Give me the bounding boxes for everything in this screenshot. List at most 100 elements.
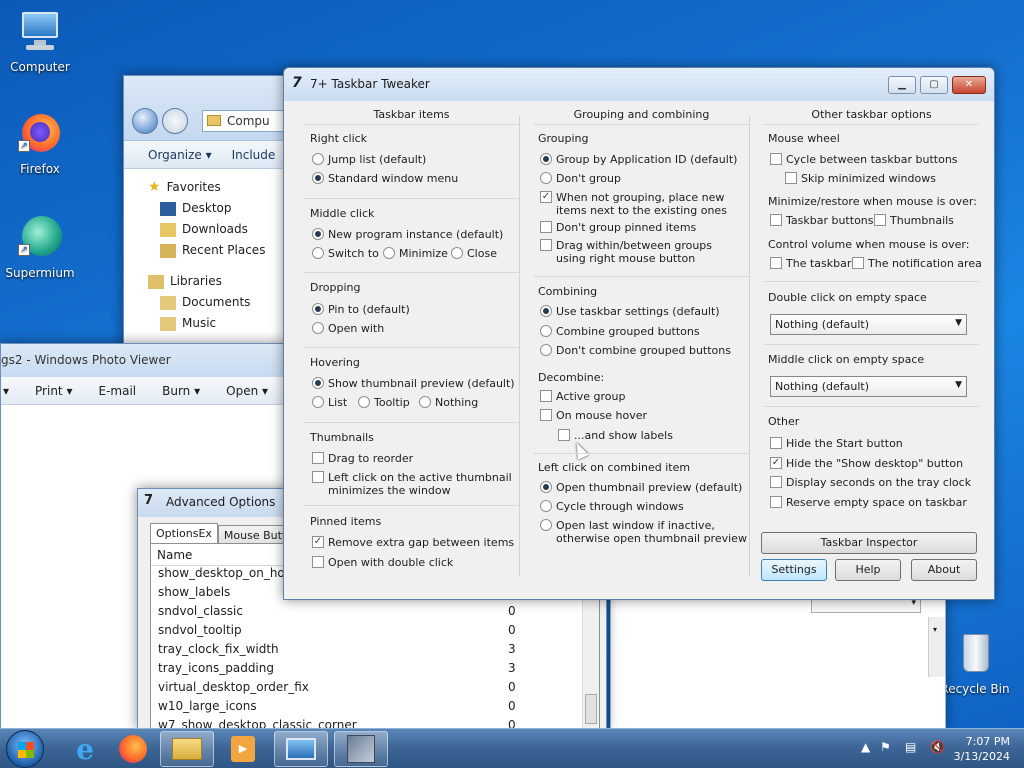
desktop-icon-firefox[interactable]: ↗ Firefox [0,110,80,176]
volume-muted-icon[interactable]: 🔇 [930,740,945,754]
radio-nothing[interactable]: Nothing [419,396,478,409]
radio-list[interactable]: List [312,396,347,409]
explorer-toolbar: Organize ▾ Include [124,141,292,169]
background-scrollbar[interactable]: ▾ [928,617,945,677]
nav-item-recent[interactable]: Recent Places [148,240,292,261]
print-button[interactable]: Print ▾ [35,384,72,398]
email-button[interactable]: E-mail [98,384,136,398]
radio-use-taskbar-settings[interactable]: Use taskbar settings (default) [540,305,720,318]
taskbar-tweaker[interactable] [334,731,388,767]
radio-close[interactable]: Close [451,247,497,260]
radio-switch-to[interactable]: Switch to [312,247,379,260]
burn-button[interactable]: Burn ▾ [162,384,200,398]
computer-icon [16,8,64,56]
taskbar-inspector-button[interactable]: Taskbar Inspector [761,532,977,554]
show-hidden-icons[interactable]: ▲ [861,740,870,754]
taskbar-explorer[interactable] [160,731,214,767]
checkbox-dont-group-pinned[interactable]: Don't group pinned items [540,221,696,234]
background-window[interactable]: ▾ ▾ [610,580,946,730]
taskbar-tweaker-window[interactable]: 7 7+ Taskbar Tweaker ▁ ▢ ✕ Taskbar items… [283,67,995,600]
radio-open-last-window[interactable]: Open last window if inactive, otherwise o… [540,519,747,545]
organize-button[interactable]: Organize ▾ [148,148,212,162]
checkbox-remove-extra-gap[interactable]: ✓ Remove extra gap between items [312,536,514,549]
middle-click-dropdown[interactable]: Nothing (default) ▼ [770,376,967,397]
table-row[interactable]: virtual_desktop_order_fix 0 [151,680,599,699]
radio-new-instance[interactable]: New program instance (default) [312,228,503,241]
taskbar-photo-viewer[interactable] [274,731,328,767]
radio-show-thumbnail[interactable]: Show thumbnail preview (default) [312,377,515,390]
table-row[interactable]: tray_clock_fix_width 3 [151,642,599,661]
radio-open-with[interactable]: Open with [312,322,384,335]
checkbox-hide-start-button[interactable]: Hide the Start button [770,437,903,450]
radio-standard-window-menu[interactable]: Standard window menu [312,172,458,185]
radio-cycle-windows[interactable]: Cycle through windows [540,500,684,513]
minimize-button[interactable]: ▁ [888,76,916,94]
column-header: Other taskbar options [811,108,932,121]
nav-item-downloads[interactable]: Downloads [148,219,292,240]
taskbar-firefox[interactable] [106,731,160,767]
radio-open-thumbnail-preview[interactable]: Open thumbnail preview (default) [540,481,742,494]
radio-jump-list[interactable]: Jump list (default) [312,153,426,166]
start-button[interactable] [6,730,44,768]
flag-icon[interactable]: ⚑ [880,740,891,754]
double-click-dropdown[interactable]: Nothing (default) ▼ [770,314,967,335]
settings-button[interactable]: Settings [761,559,827,581]
folder-icon [172,738,202,760]
radio-tooltip[interactable]: Tooltip [358,396,410,409]
network-icon[interactable]: ▤ [905,740,916,754]
table-row[interactable]: w10_large_icons 0 [151,699,599,718]
close-button[interactable]: ✕ [952,76,986,94]
checkbox-show-labels[interactable]: ...and show labels [558,429,673,442]
tab-optionsex[interactable]: OptionsEx [150,523,218,545]
checkbox-open-double-click[interactable]: Open with double click [312,556,453,569]
checkbox-display-seconds[interactable]: Display seconds on the tray clock [770,476,971,489]
radio-dont-group[interactable]: Don't group [540,172,621,185]
radio-group-by-appid[interactable]: Group by Application ID (default) [540,153,737,166]
checkbox-place-new-items[interactable]: ✓ When not grouping, place new items next … [540,191,727,217]
checkbox-drag-right-mouse[interactable]: Drag within/between groups using right mo… [540,239,712,265]
checkbox-notification-area[interactable]: The notification area [852,257,982,270]
checkbox-skip-minimized[interactable]: Skip minimized windows [785,172,936,185]
checkbox-cycle-taskbar-buttons[interactable]: Cycle between taskbar buttons [770,153,958,166]
option-name: virtual_desktop_order_fix [158,680,309,694]
nav-item-music[interactable]: Music [148,313,292,334]
taskbar-ie[interactable]: e [58,731,112,767]
nav-item-documents[interactable]: Documents [148,292,292,313]
explorer-window[interactable]: Compu Organize ▾ Include ★ Favorites Desk… [123,75,302,375]
about-button[interactable]: About [911,559,977,581]
nav-item-favorites[interactable]: ★ Favorites [148,177,292,198]
table-row[interactable]: tray_icons_padding 3 [151,661,599,680]
tray-clock[interactable]: 7:07 PM 3/13/2024 [954,734,1010,764]
radio-dont-combine[interactable]: Don't combine grouped buttons [540,344,731,357]
chevron-down-icon: ▼ [955,380,962,390]
tweaker-title: 7+ Taskbar Tweaker [310,77,430,91]
clock-date: 3/13/2024 [953,750,1010,763]
checkbox-active-group[interactable]: Active group [540,390,625,403]
desktop-icon-supermium[interactable]: ↗ Supermium [0,214,80,280]
scrollbar-thumb[interactable] [585,694,597,724]
nav-item-libraries[interactable]: Libraries [148,271,292,292]
help-button[interactable]: Help [835,559,901,581]
checkbox-on-mouse-hover[interactable]: On mouse hover [540,409,647,422]
forward-button[interactable] [162,108,188,134]
open-button[interactable]: Open ▾ [226,384,268,398]
checkbox-taskbar-buttons[interactable]: Taskbar buttons [770,214,874,227]
checkbox-reserve-space[interactable]: Reserve empty space on taskbar [770,496,967,509]
checkbox-thumbnails[interactable]: Thumbnails [874,214,954,227]
nav-item-desktop[interactable]: Desktop [148,198,292,219]
include-button[interactable]: Include [232,148,276,162]
back-button[interactable] [132,108,158,134]
checkbox-hide-show-desktop[interactable]: ✓ Hide the "Show desktop" button [770,457,963,470]
table-row[interactable]: sndvol_classic 0 [151,604,599,623]
desktop-icon-recycle-bin[interactable]: Recycle Bin [935,630,1015,696]
checkbox-drag-to-reorder[interactable]: Drag to reorder [312,452,413,465]
radio-combine-grouped[interactable]: Combine grouped buttons [540,325,700,338]
taskbar-media-player[interactable]: ▶ [216,731,270,767]
table-row[interactable]: sndvol_tooltip 0 [151,623,599,642]
checkbox-left-click-minimizes[interactable]: Left click on the active thumbnail minimi… [312,471,512,497]
checkbox-the-taskbar[interactable]: The taskbar [770,257,851,270]
desktop-icon-computer[interactable]: Computer [0,8,80,74]
radio-minimize[interactable]: Minimize [383,247,448,260]
maximize-button[interactable]: ▢ [920,76,948,94]
radio-pin-to[interactable]: Pin to (default) [312,303,410,316]
